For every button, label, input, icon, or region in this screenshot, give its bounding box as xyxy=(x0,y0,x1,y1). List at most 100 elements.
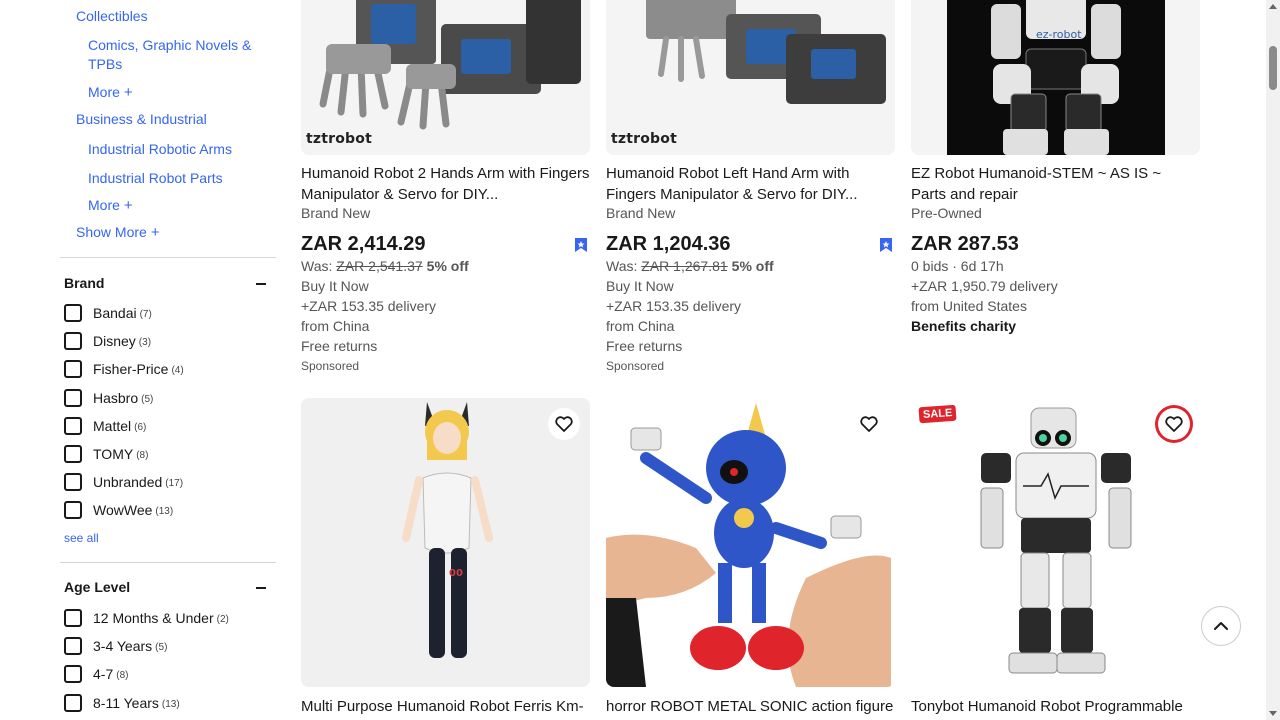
tonybot-robot-image xyxy=(911,398,1200,687)
item-condition: Brand New xyxy=(301,205,371,221)
heart-icon xyxy=(1165,416,1183,432)
product-image[interactable]: 00 xyxy=(301,398,590,687)
divider xyxy=(60,257,276,258)
back-to-top-button[interactable] xyxy=(1201,606,1241,646)
checkbox[interactable] xyxy=(64,304,82,322)
filter-option[interactable]: Disney (3) xyxy=(64,331,151,351)
filter-option[interactable]: Hasbro (5) xyxy=(64,388,153,408)
checkbox[interactable] xyxy=(64,388,82,407)
checkbox[interactable] xyxy=(64,665,82,684)
filter-option[interactable]: Mattel (6) xyxy=(64,416,146,436)
bookmark-icon[interactable] xyxy=(879,237,893,253)
humanoid-robot-image: ez-robot xyxy=(911,0,1200,155)
original-price: ZAR 2,541.37 xyxy=(336,258,423,274)
checkbox[interactable] xyxy=(64,637,82,656)
filter-option-count: (8) xyxy=(136,450,149,461)
checkbox[interactable] xyxy=(64,501,82,520)
category-collectibles[interactable]: Collectibles xyxy=(76,7,148,26)
item-location: from China xyxy=(301,318,370,334)
result-card[interactable]: tztrobot Humanoid Robot 2 Hands Arm with… xyxy=(301,0,590,373)
watch-button[interactable] xyxy=(1158,408,1190,440)
product-image[interactable]: ez-robot xyxy=(911,0,1200,155)
bookmark-icon[interactable] xyxy=(574,237,588,253)
product-image[interactable]: tztrobot xyxy=(301,0,590,155)
sale-badge: SALE xyxy=(918,404,957,424)
result-card[interactable]: 00 Multi Purpose Humanoid Robot Ferris K… xyxy=(301,398,590,717)
brand-see-all-link[interactable]: see all xyxy=(64,531,99,545)
filter-option[interactable]: 12 Months & Under (2) xyxy=(64,608,229,628)
checkbox[interactable] xyxy=(64,416,82,435)
filter-option[interactable]: Bandai (7) xyxy=(64,303,152,323)
metal-sonic-figure-image xyxy=(606,398,895,687)
purchase-format: Buy It Now xyxy=(606,278,674,294)
discount-label: 5% off xyxy=(426,258,469,274)
filter-option-label: 4-7 xyxy=(93,666,114,683)
filter-option-label: Unbranded xyxy=(93,474,163,491)
filter-option[interactable]: Unbranded (17) xyxy=(64,472,183,492)
result-card[interactable]: ez-robot EZ Robot Humanoid-STEM ~ AS IS … xyxy=(911,0,1200,336)
item-title[interactable]: horror ROBOT METAL SONIC action figure xyxy=(606,696,895,717)
scrollbar-thumb[interactable] xyxy=(1269,46,1277,90)
checkbox[interactable] xyxy=(64,693,82,712)
filter-option-label: Hasbro xyxy=(93,389,139,406)
tztrobot-logo: tztrobot xyxy=(306,131,372,147)
show-more-label: Show More xyxy=(76,224,147,240)
scrollbar[interactable] xyxy=(1266,0,1280,720)
more-label: More xyxy=(88,84,120,100)
checkbox[interactable] xyxy=(64,473,82,492)
product-image[interactable]: tztrobot xyxy=(606,0,895,155)
filter-option-count: (2) xyxy=(216,614,229,625)
was-price-row: Was: ZAR 1,267.81 5% off xyxy=(606,256,895,276)
filter-option-count: (17) xyxy=(165,478,184,490)
purchase-format: Buy It Now xyxy=(301,278,369,294)
sponsored-label: Sponsored xyxy=(606,359,665,373)
item-title[interactable]: EZ Robot Humanoid-STEM ~ AS IS ~ Parts a… xyxy=(911,163,1200,205)
filter-option-count: (5) xyxy=(141,393,154,405)
filter-option[interactable]: TOMY (8) xyxy=(64,444,148,464)
result-card[interactable]: tztrobot Humanoid Robot Left Hand Arm wi… xyxy=(606,0,895,373)
filter-option-label: Fisher-Price xyxy=(93,361,169,378)
category-industrial-robotic-arms[interactable]: Industrial Robotic Arms xyxy=(88,140,232,159)
filter-option[interactable]: 3-4 Years (5) xyxy=(64,636,167,656)
category-comics[interactable]: Comics, Graphic Novels & TPBs xyxy=(88,36,268,74)
anime-figure-image: 00 xyxy=(301,398,590,687)
watch-button[interactable] xyxy=(548,408,580,440)
more-business-link[interactable]: More + xyxy=(88,196,133,215)
age-level-facet-title: Age Level xyxy=(64,579,131,595)
product-image[interactable]: SALE xyxy=(911,398,1200,687)
checkbox[interactable] xyxy=(64,360,82,379)
scroll-down-arrow[interactable] xyxy=(1269,711,1277,716)
category-business-industrial[interactable]: Business & Industrial xyxy=(76,110,207,129)
brand-facet-title: Brand xyxy=(64,275,105,291)
item-title[interactable]: Humanoid Robot Left Hand Arm with Finger… xyxy=(606,163,895,205)
item-title[interactable]: Humanoid Robot 2 Hands Arm with Fingers … xyxy=(301,163,590,205)
filter-option-label: Disney xyxy=(93,333,136,350)
delivery-cost: +ZAR 153.35 delivery xyxy=(301,298,437,314)
item-title[interactable]: Multi Purpose Humanoid Robot Ferris Km- xyxy=(301,696,590,717)
item-location: from United States xyxy=(911,298,1027,314)
filter-option[interactable]: Fisher-Price (4) xyxy=(64,359,184,379)
scroll-up-arrow[interactable] xyxy=(1269,4,1277,9)
product-image[interactable] xyxy=(606,398,895,687)
filter-option[interactable]: 8-11 Years (13) xyxy=(64,693,180,713)
collapse-icon[interactable] xyxy=(256,587,266,589)
show-more-categories-link[interactable]: Show More + xyxy=(76,223,160,242)
watch-button[interactable] xyxy=(853,408,885,440)
returns-info: Free returns xyxy=(301,338,378,354)
more-label: More xyxy=(88,197,120,213)
checkbox[interactable] xyxy=(64,609,82,627)
result-card[interactable]: SALE Tonybot Humanoid Robot Programmable xyxy=(911,398,1200,717)
item-title[interactable]: Tonybot Humanoid Robot Programmable xyxy=(911,696,1200,717)
filter-option-count: (7) xyxy=(139,309,152,320)
checkbox[interactable] xyxy=(64,332,82,351)
filter-option[interactable]: WowWee (13) xyxy=(64,500,173,520)
filter-option-label: WowWee xyxy=(93,502,153,519)
more-collectibles-link[interactable]: More + xyxy=(88,83,133,102)
filter-option-label: 3-4 Years xyxy=(93,638,153,655)
category-industrial-robot-parts[interactable]: Industrial Robot Parts xyxy=(88,169,223,188)
filter-option-count: (6) xyxy=(134,421,147,433)
checkbox[interactable] xyxy=(64,445,82,463)
collapse-icon[interactable] xyxy=(256,283,266,285)
result-card[interactable]: horror ROBOT METAL SONIC action figure xyxy=(606,398,895,717)
filter-option[interactable]: 4-7 (8) xyxy=(64,664,128,684)
